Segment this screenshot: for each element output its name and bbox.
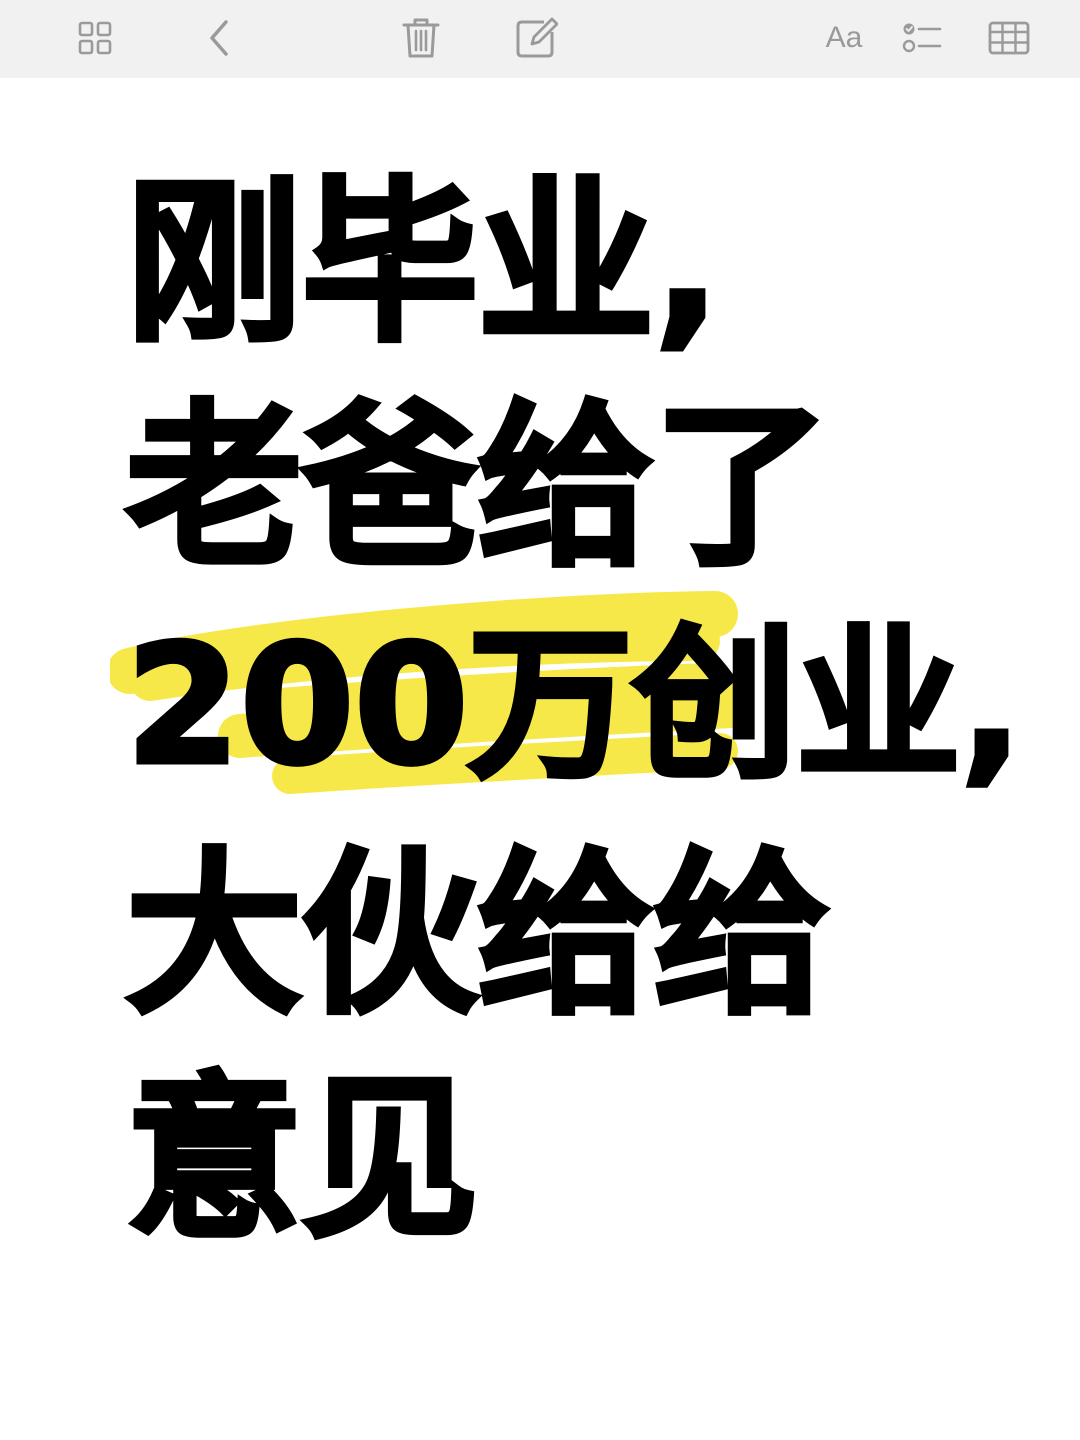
checklist-button[interactable]	[894, 10, 950, 66]
text-format-icon: Aa	[825, 21, 863, 54]
trash-icon	[401, 16, 441, 60]
compose-icon	[514, 16, 558, 60]
delete-button[interactable]	[393, 10, 449, 66]
back-button[interactable]	[192, 10, 248, 66]
checklist-icon	[902, 20, 942, 56]
note-line-2: 老爸给了	[123, 385, 832, 590]
table-button[interactable]	[981, 10, 1037, 66]
back-icon	[202, 18, 238, 58]
grid-view-button[interactable]	[67, 10, 123, 66]
note-line-1: 刚毕业,	[124, 161, 724, 366]
note-line-4: 大伙给给	[123, 833, 832, 1038]
note-body[interactable]: 刚毕业, 老爸给了 200万创业, 大伙给给 意见	[0, 78, 1080, 1440]
note-line-3: 200万创业,	[124, 610, 1026, 801]
compose-button[interactable]	[508, 10, 564, 66]
table-icon	[988, 21, 1030, 55]
note-line-5: 意见	[123, 1057, 480, 1262]
toolbar: Aa	[0, 0, 1080, 78]
grid-icon	[77, 20, 113, 56]
text-format-button[interactable]: Aa	[814, 10, 874, 66]
